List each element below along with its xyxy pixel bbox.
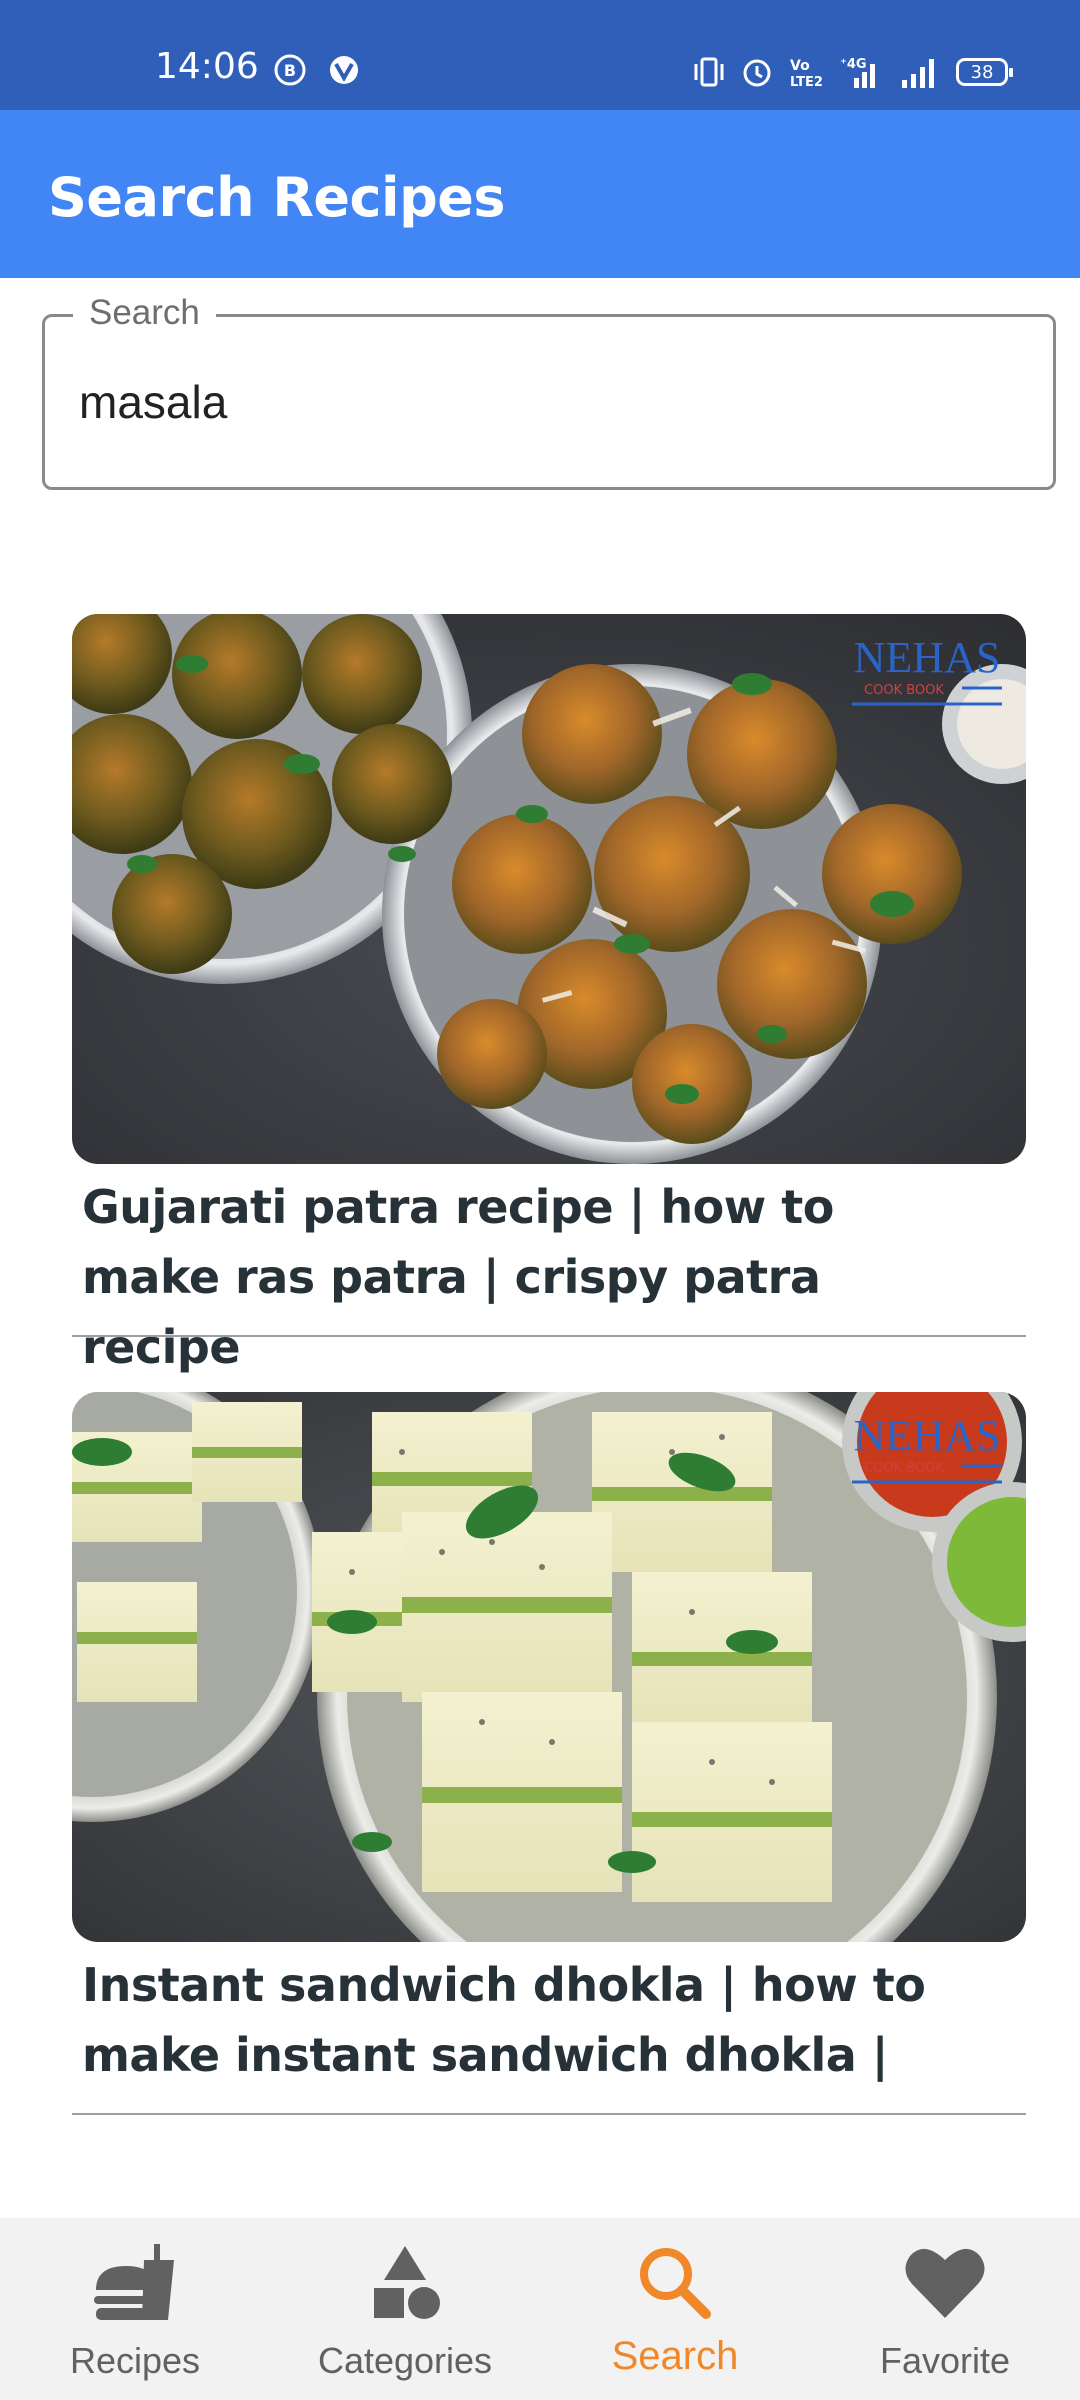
battery-icon: 38: [956, 58, 1013, 86]
svg-text:⁺4G: ⁺4G: [840, 57, 867, 72]
svg-text:NEHAS: NEHAS: [854, 1411, 1001, 1460]
status-time: 14:06: [155, 46, 259, 87]
svg-text:Vo: Vo: [790, 58, 810, 74]
b-circle-icon: B: [274, 54, 306, 86]
nehas-logo: NEHAS COOK BOOK: [852, 633, 1002, 706]
nav-label: Recipes: [69, 2340, 201, 2381]
search-field[interactable]: Search: [42, 293, 1056, 490]
status-icons: Vo LTE2 ⁺4G 38: [692, 52, 1013, 92]
recipe-image[interactable]: NEHAS COOK BOOK: [72, 614, 1026, 1164]
svg-text:NEHAS: NEHAS: [854, 633, 1001, 682]
vpn-icon: [330, 56, 358, 84]
status-bar: 14:06 B Vo LTE2 ⁺4G 38: [0, 0, 1080, 110]
bottom-navigation: Recipes Categories Search Favorite: [0, 2218, 1080, 2400]
recipe-title[interactable]: Gujarati patra recipe | how to make ras …: [72, 1172, 972, 1382]
nav-favorite[interactable]: Favorite: [810, 2218, 1080, 2400]
divider: [72, 2113, 1026, 2115]
recipe-card[interactable]: NEHAS COOK BOOK Gujarati patra recipe | …: [72, 614, 1026, 1382]
divider: [72, 1335, 1026, 1337]
nav-recipes[interactable]: Recipes: [0, 2218, 270, 2400]
search-icon: [640, 2248, 711, 2319]
recipe-card[interactable]: NEHAS COOK BOOK Instant sandwich dhokla …: [72, 1392, 1026, 2090]
shapes-icon: [374, 2246, 440, 2319]
nav-search[interactable]: Search: [540, 2218, 810, 2400]
recipe-image[interactable]: NEHAS COOK BOOK: [72, 1392, 1026, 1942]
nav-label: Categories: [317, 2340, 493, 2381]
svg-text:COOK BOOK: COOK BOOK: [864, 683, 944, 698]
alarm-icon: [743, 59, 771, 87]
page-title: Search Recipes: [48, 166, 505, 229]
fast-food-icon: [94, 2244, 174, 2320]
svg-text:B: B: [284, 61, 296, 80]
app-bar: Search Recipes: [0, 110, 1080, 278]
search-label: Search: [73, 293, 216, 333]
signal-icon: [902, 59, 934, 88]
heart-icon: [905, 2248, 985, 2318]
4g-signal-icon: ⁺4G: [840, 57, 875, 88]
svg-text:COOK BOOK: COOK BOOK: [864, 1461, 944, 1476]
nav-label: Search: [611, 2334, 739, 2378]
nav-label: Favorite: [879, 2340, 1011, 2381]
svg-text:LTE2: LTE2: [790, 75, 823, 90]
search-input[interactable]: [79, 375, 1019, 429]
vibrate-icon: [694, 57, 724, 87]
volte-icon: Vo LTE2: [790, 58, 823, 90]
nav-categories[interactable]: Categories: [270, 2218, 540, 2400]
recipe-title[interactable]: Instant sandwich dhokla | how to make in…: [72, 1950, 972, 2090]
nehas-logo: NEHAS COOK BOOK: [852, 1411, 1002, 1484]
